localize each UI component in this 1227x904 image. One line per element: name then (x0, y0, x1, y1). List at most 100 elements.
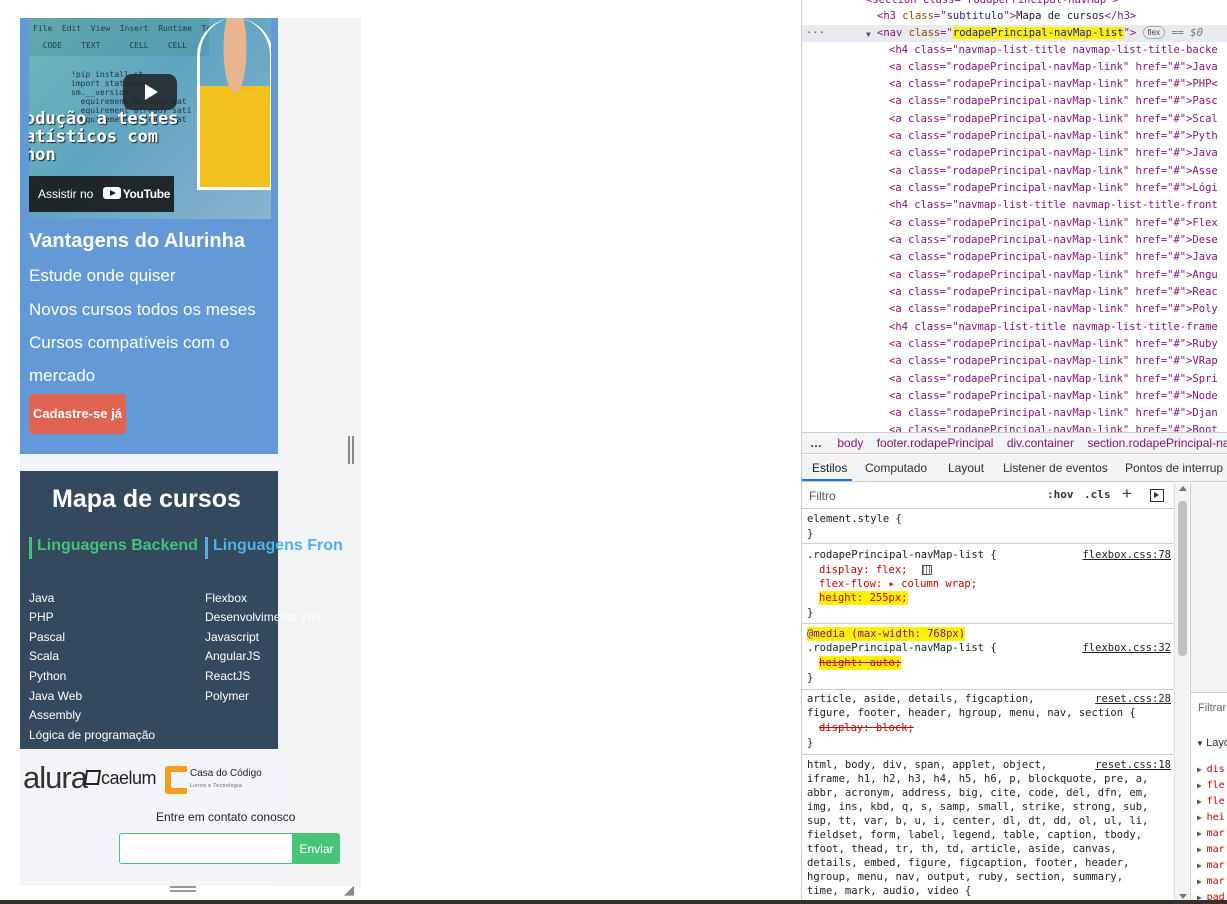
rule-source-link[interactable]: flexbox.css:32 (1082, 641, 1171, 655)
computed-prop[interactable]: dis (1197, 764, 1225, 775)
dom-node-nav-selected[interactable]: ··· ▼ <nav class="rodapePrincipal-navMap-l… (802, 25, 1227, 42)
prop-height-auto-overridden[interactable]: height: auto; (819, 656, 902, 670)
prop-flex-flow[interactable]: flex-flow: ▸ column wrap; (819, 577, 977, 591)
course-link-polymer[interactable]: Polymer (205, 689, 249, 703)
course-link-java-web[interactable]: Java Web (29, 689, 82, 703)
dom-node-link[interactable]: <a class="rodapePrincipal-navMap-link" h… (889, 284, 1227, 301)
rule-selector[interactable]: tfoot, thead, tr, th, td, article, aside… (807, 842, 1117, 856)
rule-selector[interactable]: iframe, h1, h2, h3, h4, h5, h6, p, block… (807, 772, 1148, 786)
dom-node-link[interactable]: <a class="rodapePrincipal-navMap-link" h… (889, 145, 1227, 162)
play-button[interactable] (123, 74, 177, 110)
rule-selector[interactable]: abbr, acronym, address, big, cite, code,… (807, 786, 1148, 800)
computed-layout-group[interactable]: ▼ Layo (1196, 737, 1227, 749)
rule-selector[interactable]: details, embed, figure, figcaption, foot… (807, 856, 1129, 870)
dom-node-link[interactable]: <a class="rodapePrincipal-navMap-link" h… (889, 93, 1227, 110)
rule-selector[interactable]: html, body, div, span, applet, object, (807, 758, 1047, 772)
new-rule-plus-icon[interactable]: + (1122, 484, 1132, 504)
computed-prop[interactable]: fle (1197, 796, 1225, 807)
dom-node-link[interactable]: <a class="rodapePrincipal-navMap-link" h… (889, 422, 1227, 432)
rule-selector[interactable]: fieldset, form, label, legend, table, ca… (807, 828, 1142, 842)
signup-button[interactable]: Cadastre-se já (29, 394, 126, 434)
rule-selector[interactable]: figure, footer, header, hgroup, menu, na… (807, 706, 1136, 720)
rule-selector[interactable]: .rodapePrincipal-navMap-list { (807, 548, 997, 562)
prop-display-flex[interactable]: display: flex; (819, 563, 908, 577)
viewport-height-resize-handle[interactable] (170, 886, 196, 892)
course-link-assembly[interactable]: Assembly (29, 708, 81, 722)
computed-prop[interactable]: mar (1197, 860, 1225, 871)
dom-node-h3[interactable]: <h3 class="subtitulo">Mapa de cursos</h3… (877, 8, 1227, 25)
course-link-javascript[interactable]: Javascript (205, 630, 259, 644)
course-link-php[interactable]: PHP (29, 610, 54, 624)
dom-node-link[interactable]: <a class="rodapePrincipal-navMap-link" h… (889, 371, 1227, 388)
tab-event-listeners[interactable]: Listener de eventos (1003, 461, 1108, 475)
rule-source-link[interactable]: reset.css:28 (1095, 692, 1171, 706)
rule-selector[interactable]: .rodapePrincipal-navMap-list { (807, 641, 997, 655)
rule-selector[interactable]: article, aside, details, figcaption, (807, 692, 1035, 706)
course-link-flexbox[interactable]: Flexbox (205, 591, 247, 605)
breadcrumb-body[interactable]: body (837, 436, 863, 450)
contact-email-input[interactable] (119, 833, 293, 864)
prop-height-255[interactable]: height: 255px; (819, 591, 908, 605)
rule-source-link[interactable]: flexbox.css:78 (1082, 548, 1171, 562)
dom-node-link[interactable]: <a class="rodapePrincipal-navMap-link" h… (889, 163, 1227, 180)
dom-node-link[interactable]: <a class="rodapePrincipal-navMap-link" h… (889, 59, 1227, 76)
rule-selector[interactable]: hgroup, menu, nav, output, ruby, section… (807, 870, 1123, 884)
breadcrumb-container[interactable]: div.container (1007, 436, 1074, 450)
dom-node-link[interactable]: <a class="rodapePrincipal-navMap-link" h… (889, 249, 1227, 266)
collapse-triangle-icon[interactable]: ▼ (866, 26, 871, 43)
dom-node-link[interactable]: <a class="rodapePrincipal-navMap-link" h… (889, 301, 1227, 318)
tab-styles[interactable]: Estilos (812, 461, 847, 475)
rule-selector[interactable]: img, ins, kbd, q, s, samp, small, strike… (807, 800, 1148, 814)
dom-node-link[interactable]: <a class="rodapePrincipal-navMap-link" h… (889, 128, 1227, 145)
course-link-python[interactable]: Python (29, 669, 66, 683)
dom-node-link[interactable]: <a class="rodapePrincipal-navMap-link" h… (889, 215, 1227, 232)
breadcrumb-footer[interactable]: footer.rodapePrincipal (877, 436, 994, 450)
course-link-angularjs[interactable]: AngularJS (205, 649, 260, 663)
course-link-java[interactable]: Java (29, 591, 54, 605)
rule-selector[interactable]: sup, tt, var, b, u, i, center, dl, dt, d… (807, 814, 1148, 828)
computed-prop[interactable]: mar (1197, 828, 1225, 839)
prop-display-block-overridden[interactable]: display: block; (819, 721, 914, 735)
viewport-corner-resize-icon[interactable]: ◢ (344, 884, 358, 898)
computed-prop[interactable]: mar (1197, 844, 1225, 855)
rule-selector[interactable]: element.style { (807, 512, 902, 526)
dom-more-icon[interactable]: ··· (806, 25, 825, 42)
styles-scrollbar[interactable] (1174, 483, 1189, 904)
dom-node-link[interactable]: <a class="rodapePrincipal-navMap-link" h… (889, 388, 1227, 405)
dom-node-link[interactable]: <a class="rodapePrincipal-navMap-link" h… (889, 76, 1227, 93)
flexbox-editor-icon[interactable] (922, 565, 932, 575)
cls-toggle[interactable]: .cls (1084, 488, 1111, 501)
dom-node-link[interactable]: <a class="rodapePrincipal-navMap-link" h… (889, 267, 1227, 284)
styles-scroll-thumb[interactable] (1178, 501, 1187, 656)
computed-prop[interactable]: mar (1197, 876, 1225, 887)
dom-node-h4-frontend[interactable]: <h4 class="navmap-list-title navmap-list… (889, 197, 1227, 214)
viewport-width-resize-handle[interactable] (348, 436, 354, 464)
dom-node-link[interactable]: <a class="rodapePrincipal-navMap-link" h… (889, 232, 1227, 249)
dom-node-link[interactable]: <a class="rodapePrincipal-navMap-link" h… (889, 405, 1227, 422)
dom-node-link[interactable]: <a class="rodapePrincipal-navMap-link" h… (889, 336, 1227, 353)
watch-on-youtube-button[interactable]: Assistir no YouTube (29, 176, 174, 212)
scroll-down-icon[interactable] (1179, 894, 1187, 899)
course-link-scala[interactable]: Scala (29, 649, 59, 663)
computed-filter-input[interactable]: Filtrar (1198, 702, 1226, 714)
tab-computed[interactable]: Computado (865, 461, 927, 475)
course-link-desenvolvimento-web[interactable]: Desenvolvimento Web (205, 610, 325, 624)
styles-filter-input[interactable]: Filtro (809, 489, 836, 503)
breadcrumb-section[interactable]: section.rodapePrincipal-na (1087, 436, 1227, 450)
breadcrumb-more-icon[interactable]: … (810, 436, 822, 450)
tab-breakpoints[interactable]: Pontos de interrup (1125, 461, 1223, 475)
flex-badge[interactable]: flex (1142, 26, 1165, 39)
computed-prop[interactable]: fle (1197, 780, 1225, 791)
dom-node-link[interactable]: <a class="rodapePrincipal-navMap-link" h… (889, 353, 1227, 370)
rule-source-link[interactable]: reset.css:18 (1095, 758, 1171, 772)
toggle-sidebar-icon[interactable] (1150, 489, 1164, 502)
course-link-logica[interactable]: Lógica de programação (29, 728, 155, 742)
dom-node-h4-backend[interactable]: <h4 class="navmap-list-title navmap-list… (889, 42, 1227, 59)
hov-toggle[interactable]: :hov (1047, 488, 1074, 501)
dom-node-h4-frameworks[interactable]: <h4 class="navmap-list-title navmap-list… (889, 319, 1227, 336)
youtube-video-embed[interactable]: File Edit View Insert Runtime Tools Help… (29, 18, 271, 219)
rule-selector[interactable]: time, mark, audio, video { (807, 884, 971, 898)
dom-node-link[interactable]: <a class="rodapePrincipal-navMap-link" h… (889, 111, 1227, 128)
scroll-up-icon[interactable] (1179, 486, 1187, 491)
dom-node-link[interactable]: <a class="rodapePrincipal-navMap-link" h… (889, 180, 1227, 197)
